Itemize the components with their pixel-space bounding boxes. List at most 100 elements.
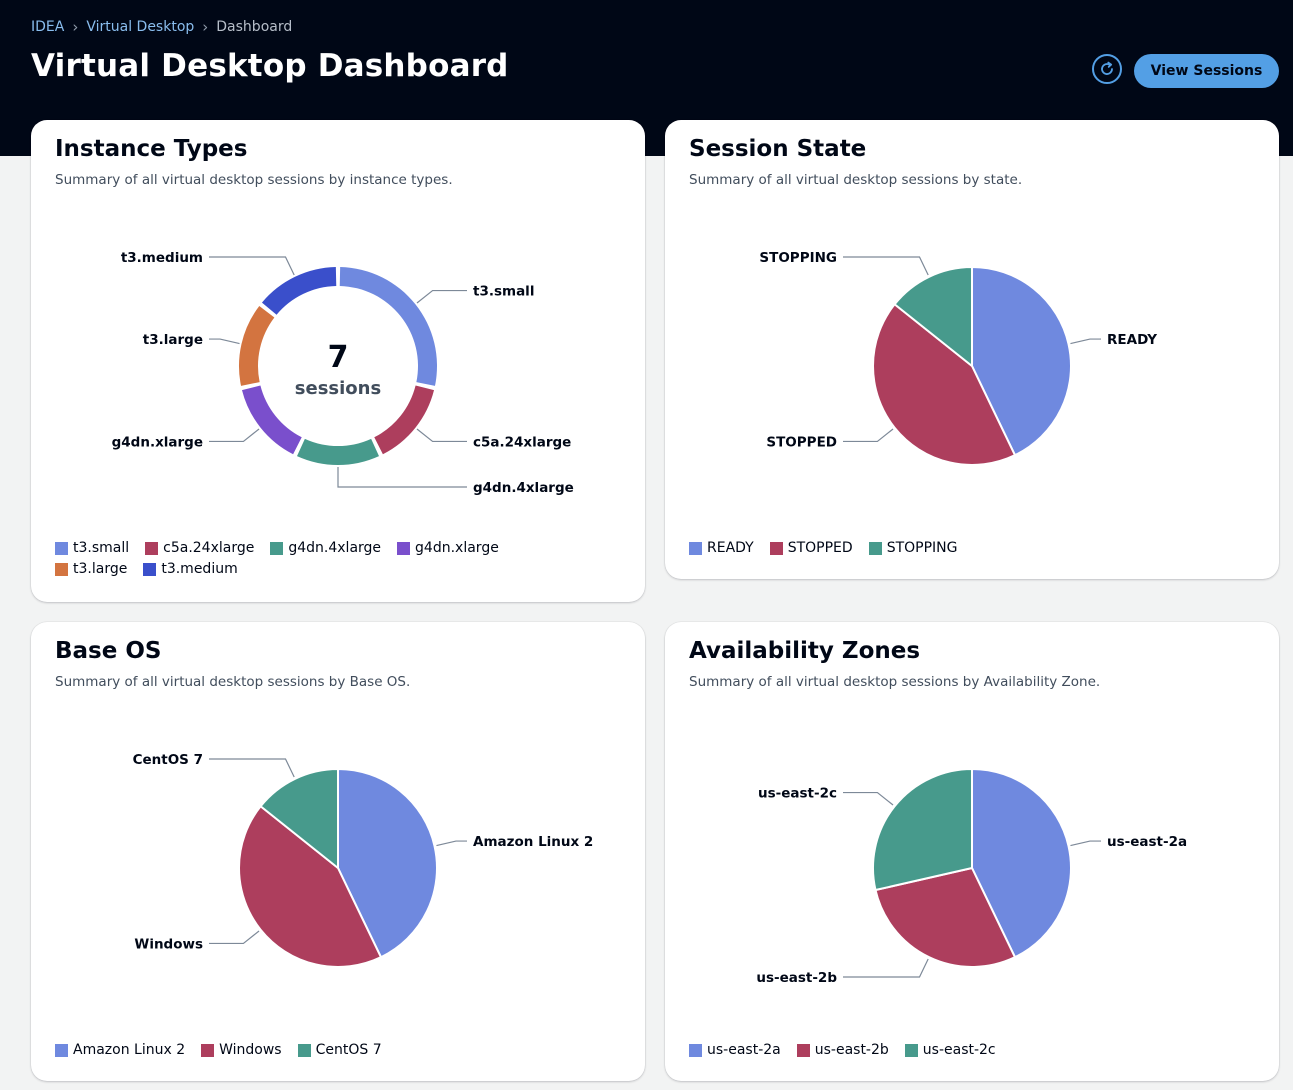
legend-label: g4dn.4xlarge xyxy=(288,540,382,556)
legend-label: t3.medium xyxy=(161,561,238,577)
slice-label-c5a-24xlarge: c5a.24xlarge xyxy=(473,434,571,450)
legend-item-t3-large[interactable]: t3.large xyxy=(55,561,127,577)
legend-item-g4dn-xlarge[interactable]: g4dn.xlarge xyxy=(397,540,499,556)
leader-line xyxy=(436,840,467,847)
legend-item-us-east-2b[interactable]: us-east-2b xyxy=(796,1042,889,1058)
view-sessions-button[interactable]: View Sessions xyxy=(1134,54,1279,88)
legend-label: READY xyxy=(707,540,754,556)
chart-legend: us-east-2a us-east-2b us-east-2c xyxy=(689,1042,1249,1058)
legend-label: t3.large xyxy=(73,561,128,577)
legend-swatch xyxy=(769,541,783,555)
legend-item-amazon-linux-2[interactable]: Amazon Linux 2 xyxy=(55,1042,185,1058)
legend-item-centos-7[interactable]: CentOS 7 xyxy=(297,1042,382,1058)
leader-line xyxy=(416,428,467,443)
legend-label: us-east-2a xyxy=(707,1042,781,1058)
legend-swatch xyxy=(689,541,702,555)
legend-label: t3.small xyxy=(73,540,130,556)
slice-g4dn-xlarge[interactable] xyxy=(241,385,302,455)
legend-swatch xyxy=(201,1043,215,1057)
legend-swatch xyxy=(143,562,157,576)
legend-swatch xyxy=(270,541,284,555)
slice-g4dn-4xlarge[interactable] xyxy=(297,438,379,465)
slice-c5a-24xlarge[interactable] xyxy=(374,385,435,455)
breadcrumb-dashboard: Dashboard xyxy=(216,19,293,35)
slice-label-ready: READY xyxy=(1107,332,1157,348)
legend-item-g4dn-4xlarge[interactable]: g4dn.4xlarge xyxy=(270,540,381,556)
chevron-right-icon: › xyxy=(72,18,79,36)
chevron-right-icon: › xyxy=(202,18,209,36)
chart-legend: READY STOPPED STOPPING xyxy=(689,540,1249,556)
slice-t3-small[interactable] xyxy=(339,267,437,386)
leader-line xyxy=(843,791,894,806)
slice-label-stopped: STOPPED xyxy=(766,434,837,450)
refresh-icon xyxy=(1101,61,1113,75)
slice-label-g4dn-4xlarge: g4dn.4xlarge xyxy=(473,480,574,496)
legend-label: Windows xyxy=(219,1042,282,1058)
slice-label-centos-7: CentOS 7 xyxy=(133,752,203,768)
legend-item-t3-small[interactable]: t3.small xyxy=(55,540,129,556)
legend-item-us-east-2c[interactable]: us-east-2c xyxy=(904,1042,996,1058)
breadcrumb: IDEA › Virtual Desktop › Dashboard xyxy=(31,17,292,37)
legend-item-c5a-24xlarge[interactable]: c5a.24xlarge xyxy=(145,540,254,556)
leader-line xyxy=(209,428,260,443)
legend-label: Amazon Linux 2 xyxy=(73,1042,186,1058)
slice-label-amazon-linux-2: Amazon Linux 2 xyxy=(473,834,593,850)
legend-item-stopped[interactable]: STOPPED xyxy=(769,540,853,556)
page-title: Virtual Desktop Dashboard xyxy=(31,48,509,84)
leader-line xyxy=(843,428,894,443)
refresh-button[interactable] xyxy=(1092,54,1122,84)
session-state-card: Session State Summary of all virtual des… xyxy=(665,120,1279,579)
slice-label-t3-large: t3.large xyxy=(143,332,203,348)
leader-line xyxy=(843,256,929,276)
slice-label-us-east-2c: us-east-2c xyxy=(758,786,837,802)
legend-item-t3-medium[interactable]: t3.medium xyxy=(143,561,238,577)
base-os-card: Base OS Summary of all virtual desktop s… xyxy=(31,622,645,1081)
leader-line xyxy=(209,758,295,778)
breadcrumb-virtual-desktop[interactable]: Virtual Desktop xyxy=(86,19,194,35)
leader-line xyxy=(843,958,929,978)
legend-label: g4dn.xlarge xyxy=(415,540,499,556)
legend-item-us-east-2a[interactable]: us-east-2a xyxy=(689,1042,781,1058)
legend-swatch xyxy=(55,1043,68,1057)
legend-label: us-east-2c xyxy=(922,1042,996,1058)
instance-types-donut-chart: 7 sessions t3.small c5a.24xlarge g4dn.4xla… xyxy=(112,250,574,496)
legend-item-ready[interactable]: READY xyxy=(689,540,754,556)
availability-zones-pie-chart: us-east-2a us-east-2b us-east-2c xyxy=(756,767,1187,986)
legend-label: c5a.24xlarge xyxy=(163,540,255,556)
legend-swatch xyxy=(689,1043,702,1057)
slice-label-us-east-2b: us-east-2b xyxy=(756,970,837,986)
legend-swatch xyxy=(904,1043,918,1057)
legend-item-stopping[interactable]: STOPPING xyxy=(868,540,958,556)
slice-label-windows: Windows xyxy=(134,936,203,952)
breadcrumb-idea[interactable]: IDEA xyxy=(31,19,64,35)
leader-line xyxy=(337,467,467,488)
center-label: sessions xyxy=(295,378,381,399)
slice-label-t3-small: t3.small xyxy=(473,284,534,300)
chart-legend: t3.small c5a.24xlarge g4dn.4xlarge g4dn.xla… xyxy=(55,540,575,577)
leader-line xyxy=(1070,840,1101,847)
slice-t3-large[interactable] xyxy=(239,305,275,386)
center-value: 7 xyxy=(328,340,349,375)
slice-label-g4dn-xlarge: g4dn.xlarge xyxy=(112,434,203,450)
leader-line xyxy=(209,256,295,276)
legend-swatch xyxy=(297,1043,311,1057)
legend-swatch xyxy=(55,541,68,555)
base-os-pie-chart: Amazon Linux 2 Windows CentOS 7 xyxy=(133,752,593,968)
slice-label-t3-medium: t3.medium xyxy=(121,250,203,266)
leader-line xyxy=(209,338,240,345)
legend-label: CentOS 7 xyxy=(315,1042,382,1058)
instance-types-card: Instance Types Summary of all virtual de… xyxy=(31,120,645,602)
slice-t3-medium[interactable] xyxy=(261,267,337,315)
legend-swatch xyxy=(868,541,882,555)
leader-line xyxy=(416,289,467,304)
legend-label: STOPPING xyxy=(886,540,958,556)
legend-swatch xyxy=(796,1043,810,1057)
leader-line xyxy=(209,930,260,945)
legend-label: us-east-2b xyxy=(814,1042,889,1058)
slice-us-east-2c[interactable] xyxy=(872,767,973,892)
legend-swatch xyxy=(55,562,68,576)
legend-label: STOPPED xyxy=(787,540,853,556)
availability-zones-card: Availability Zones Summary of all virtua… xyxy=(665,622,1279,1081)
legend-item-windows[interactable]: Windows xyxy=(201,1042,282,1058)
legend-swatch xyxy=(145,541,159,555)
